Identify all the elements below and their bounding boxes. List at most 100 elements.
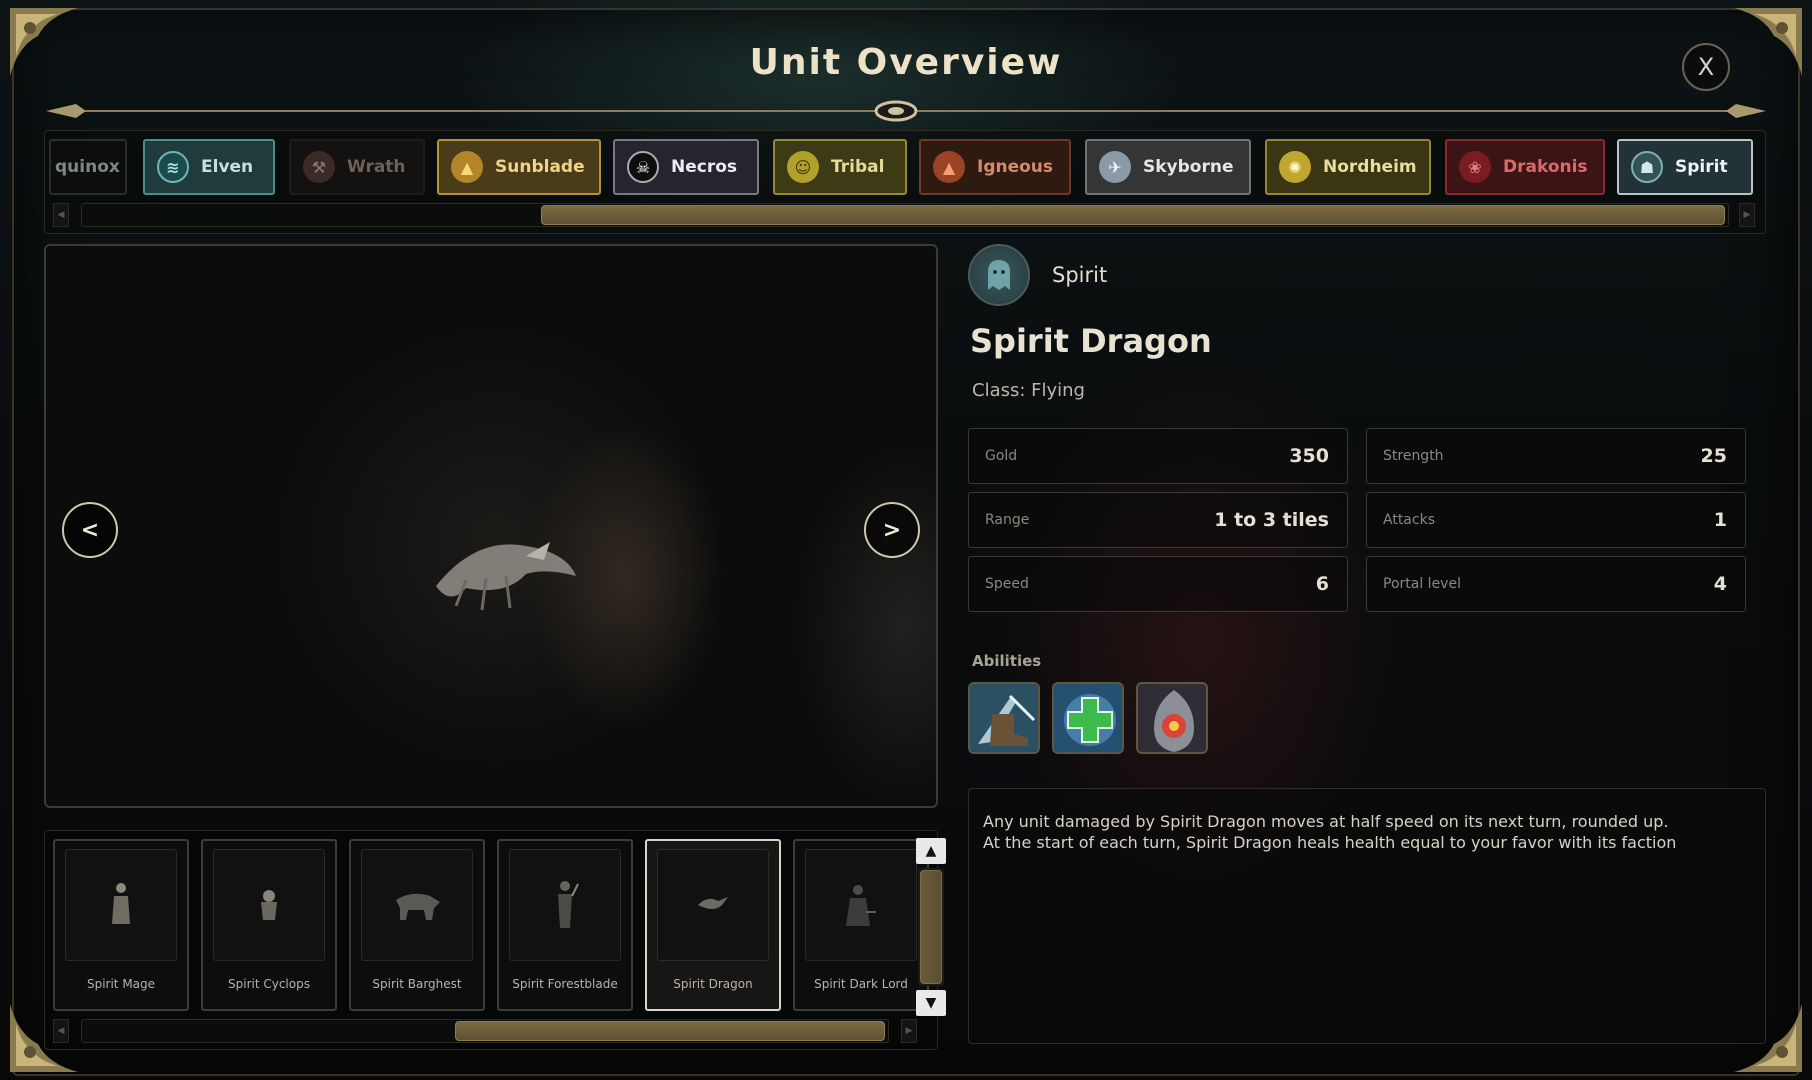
unit-list: Spirit Mage Spirit Cyclops Spirit Barghe…: [44, 830, 938, 1050]
scroll-up-button[interactable]: ▲: [916, 838, 946, 864]
stat-label: Attacks: [1383, 512, 1435, 528]
unit-name-label: Spirit Cyclops: [228, 977, 310, 991]
tab-necros[interactable]: ☠ Necros: [613, 139, 759, 195]
tab-spirit[interactable]: ☗ Spirit: [1617, 139, 1753, 195]
tab-sunblade[interactable]: ▲ Sunblade: [437, 139, 601, 195]
scroll-thumb[interactable]: [541, 205, 1725, 225]
tab-drakonis[interactable]: ❀ Drakonis: [1445, 139, 1605, 195]
stat-range: Range 1 to 3 tiles: [968, 492, 1348, 548]
unit-preview: < >: [44, 244, 938, 808]
unit-thumbnail: [657, 849, 769, 961]
scroll-right-arrow-icon[interactable]: ▶: [901, 1019, 917, 1043]
stat-label: Gold: [985, 448, 1018, 464]
tab-label: Drakonis: [1503, 157, 1588, 177]
stat-strength: Strength 25: [1366, 428, 1746, 484]
unit-thumbnail: [805, 849, 917, 961]
tab-label: Skyborne: [1143, 157, 1234, 177]
abilities-list: [968, 682, 1208, 754]
tab-wrath[interactable]: ⚒ Wrath: [289, 139, 425, 195]
tab-elven[interactable]: ≋ Elven: [143, 139, 275, 195]
sun-triangle-icon: ▲: [451, 151, 483, 183]
tab-label: quinox: [55, 157, 120, 177]
scroll-track: [918, 868, 944, 986]
scroll-right-arrow-icon[interactable]: ▶: [1739, 203, 1755, 227]
tab-equinox[interactable]: quinox: [49, 139, 127, 195]
stat-speed: Speed 6: [968, 556, 1348, 612]
tab-label: Spirit: [1675, 157, 1728, 177]
faction-scrollbar[interactable]: ◀ ▶: [45, 201, 1765, 229]
unit-card-spirit-barghest[interactable]: Spirit Barghest: [349, 839, 485, 1011]
unit-thumbnail: [509, 849, 621, 961]
unit-faction-header: Spirit: [968, 244, 1107, 306]
stat-value: 25: [1700, 445, 1727, 467]
unit-thumbnail: [361, 849, 473, 961]
tab-label: Sunblade: [495, 157, 585, 177]
stat-value: 350: [1289, 445, 1329, 467]
tab-igneous[interactable]: ▲ Igneous: [919, 139, 1071, 195]
tab-label: Necros: [671, 157, 738, 177]
unit-list-vertical-scrollbar[interactable]: ▲ ▼: [916, 838, 946, 1016]
unit-class: Class: Flying: [972, 380, 1085, 401]
unit-name-label: Spirit Dragon: [673, 977, 753, 991]
stat-attacks: Attacks 1: [1366, 492, 1746, 548]
tab-label: Tribal: [831, 157, 885, 177]
flame-shield-icon[interactable]: [1136, 682, 1208, 754]
heal-cross-icon[interactable]: [1052, 682, 1124, 754]
next-unit-button[interactable]: >: [864, 502, 920, 558]
elven-swirl-icon: ≋: [157, 151, 189, 183]
tab-tribal[interactable]: ☺ Tribal: [773, 139, 907, 195]
unit-card-spirit-dark-lord[interactable]: Spirit Dark Lord: [793, 839, 929, 1011]
description-line: At the start of each turn, Spirit Dragon…: [983, 833, 1677, 852]
unit-name-label: Spirit Mage: [86, 977, 156, 991]
stat-label: Range: [985, 512, 1030, 528]
tab-label: Wrath: [347, 157, 406, 177]
faction-tab-bar: quinox ≋ Elven ⚒ Wrath ▲ Sunblade ☠ Necr…: [44, 130, 1766, 234]
unit-card-spirit-forestblade[interactable]: Spirit Forestblade: [497, 839, 633, 1011]
stat-label: Portal level: [1383, 576, 1461, 592]
volcano-icon: ▲: [933, 151, 965, 183]
abilities-heading: Abilities: [972, 652, 1042, 670]
scroll-thumb[interactable]: [920, 870, 942, 984]
stat-label: Speed: [985, 576, 1029, 592]
page-title: Unit Overview: [749, 42, 1063, 83]
unit-card-spirit-dragon[interactable]: Spirit Dragon: [645, 839, 781, 1011]
close-button[interactable]: X: [1682, 43, 1730, 91]
prev-unit-button[interactable]: <: [62, 502, 118, 558]
tab-skyborne[interactable]: ✈ Skyborne: [1085, 139, 1251, 195]
ghost-icon: ☗: [1631, 151, 1663, 183]
wrath-axe-icon: ⚒: [303, 151, 335, 183]
stat-gold: Gold 350: [968, 428, 1348, 484]
scroll-thumb[interactable]: [455, 1021, 885, 1041]
scroll-left-arrow-icon[interactable]: ◀: [53, 1019, 69, 1043]
unit-list-scrollbar[interactable]: ◀ ▶: [45, 1017, 939, 1045]
stat-label: Strength: [1383, 448, 1444, 464]
unit-description: Any unit damaged by Spirit Dragon moves …: [968, 788, 1766, 1044]
unit-thumbnail: [65, 849, 177, 961]
tab-label: Elven: [201, 157, 254, 177]
unit-card-spirit-mage[interactable]: Spirit Mage: [53, 839, 189, 1011]
bird-icon: ✈: [1099, 151, 1131, 183]
stat-value: 1: [1713, 509, 1727, 531]
description-line: Any unit damaged by Spirit Dragon moves …: [983, 812, 1669, 831]
title-divider: [46, 100, 1766, 122]
tribal-mask-icon: ☺: [787, 151, 819, 183]
unit-thumbnail: [213, 849, 325, 961]
faction-name: Spirit: [1052, 263, 1108, 287]
unit-name-label: Spirit Barghest: [372, 977, 462, 991]
stat-value: 1 to 3 tiles: [1214, 509, 1329, 531]
tab-nordheim[interactable]: ✺ Nordheim: [1265, 139, 1431, 195]
skull-icon: ☠: [627, 151, 659, 183]
scroll-left-arrow-icon[interactable]: ◀: [53, 203, 69, 227]
unit-card-spirit-cyclops[interactable]: Spirit Cyclops: [201, 839, 337, 1011]
unit-name-label: Spirit Dark Lord: [814, 977, 908, 991]
dragon-head-icon: ❀: [1459, 151, 1491, 183]
frost-boot-icon[interactable]: [968, 682, 1040, 754]
stat-value: 4: [1713, 573, 1727, 595]
unit-title: Spirit Dragon: [970, 322, 1212, 360]
snowflake-icon: ✺: [1279, 151, 1311, 183]
stat-portal-level: Portal level 4: [1366, 556, 1746, 612]
scroll-down-button[interactable]: ▼: [916, 990, 946, 1016]
stat-value: 6: [1315, 573, 1329, 595]
unit-name-label: Spirit Forestblade: [512, 977, 618, 991]
tab-label: Nordheim: [1323, 157, 1417, 177]
